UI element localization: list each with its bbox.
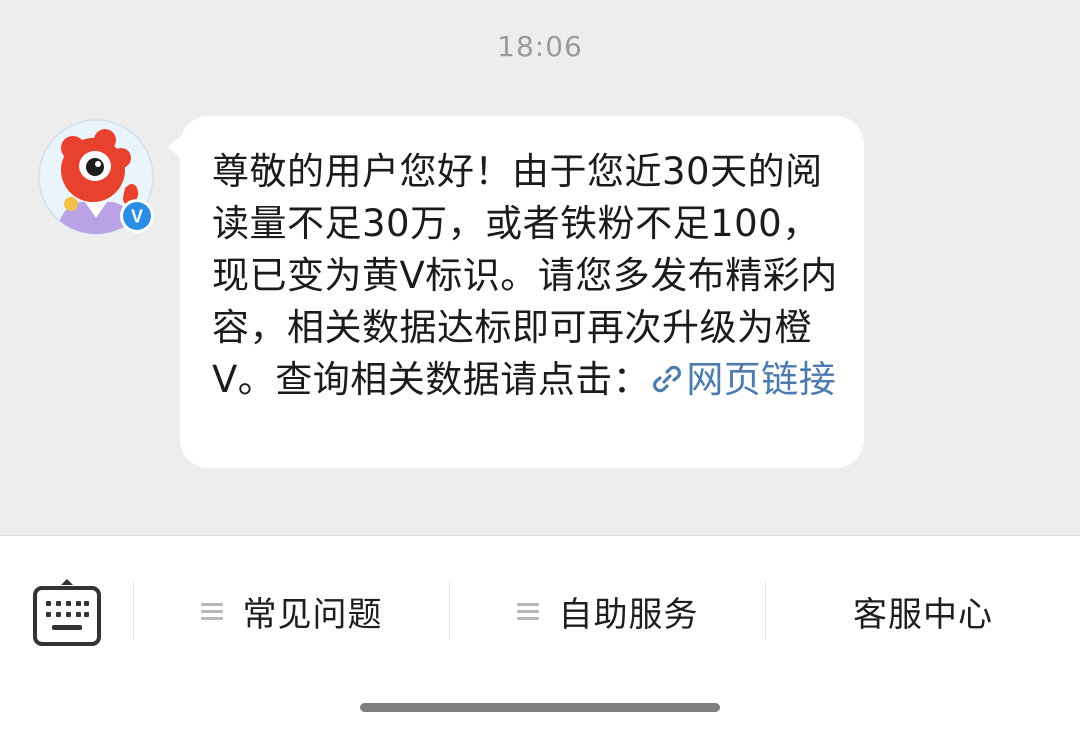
link-icon [653, 365, 682, 393]
message-timestamp: 18:06 [497, 30, 583, 63]
customer-service-button[interactable]: 客服中心 [766, 580, 1080, 642]
message-text: 尊敬的用户您好！由于您近30天的阅读量不足30万，或者铁粉不足100，现已变为黄… [212, 146, 844, 406]
self-service-menu-button[interactable]: 自助服务 [450, 580, 765, 642]
web-link-label: 网页链接 [686, 358, 837, 401]
self-service-menu-label: 自助服务 [558, 594, 699, 635]
keyboard-toggle-button[interactable] [32, 576, 102, 648]
avatar[interactable]: V [37, 118, 155, 236]
message-bubble[interactable]: 尊敬的用户您好！由于您近30天的阅读量不足30万，或者铁粉不足100，现已变为黄… [180, 116, 864, 468]
chat-area: 18:06 V 尊敬的用户您好！由于您近30天的阅读量不足30万，或者铁粉不足1… [0, 0, 1080, 535]
menu-lines-icon [200, 599, 223, 624]
verified-badge-text: V [131, 207, 143, 227]
keyboard-icon [33, 579, 101, 646]
menu-lines-icon [516, 599, 539, 624]
home-indicator[interactable] [360, 703, 720, 712]
bottom-bar: 常见问题 自助服务 客服中心 [0, 536, 1080, 733]
faq-menu-label: 常见问题 [242, 594, 383, 635]
web-link[interactable]: 网页链接 [650, 358, 836, 401]
customer-service-label: 客服中心 [853, 594, 993, 635]
faq-menu-button[interactable]: 常见问题 [134, 580, 449, 642]
verified-badge-icon: V [120, 199, 154, 233]
